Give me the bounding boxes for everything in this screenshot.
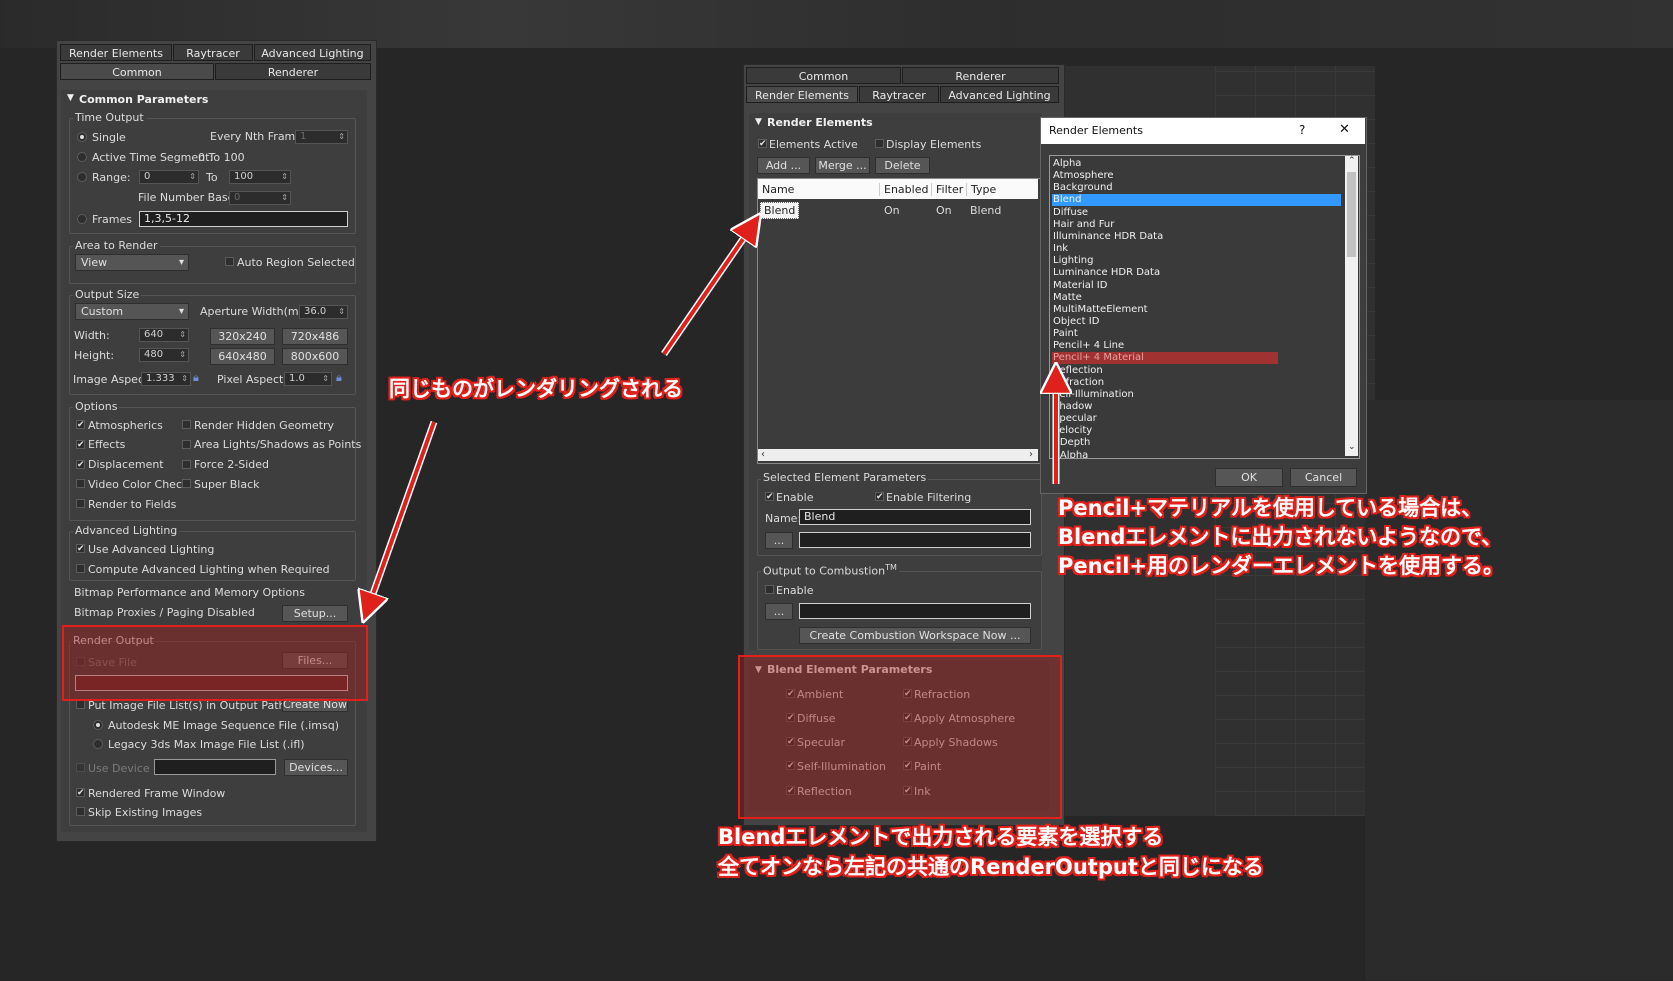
blend-annotation-line2: 全てオンなら左記の共通のRenderOutputと同じになる [718,855,1264,879]
pencil-annotation-line1: Pencil+マテリアルを使用している場合は、 [1058,496,1483,520]
blend-annotation-line1: Blendエレメントで出力される要素を選択する [718,825,1164,849]
arrow-to-table-row-red [662,226,752,356]
pencil-annotation-line3: Pencil+用のレンダーエレメントを使用する。 [1058,554,1505,578]
arrow-to-render-output-red [368,421,436,608]
same-render-annotation: 同じものがレンダリングされる [389,377,683,401]
pencil-annotation-line2: Blendエレメントに出力されないようなので、 [1058,525,1503,549]
